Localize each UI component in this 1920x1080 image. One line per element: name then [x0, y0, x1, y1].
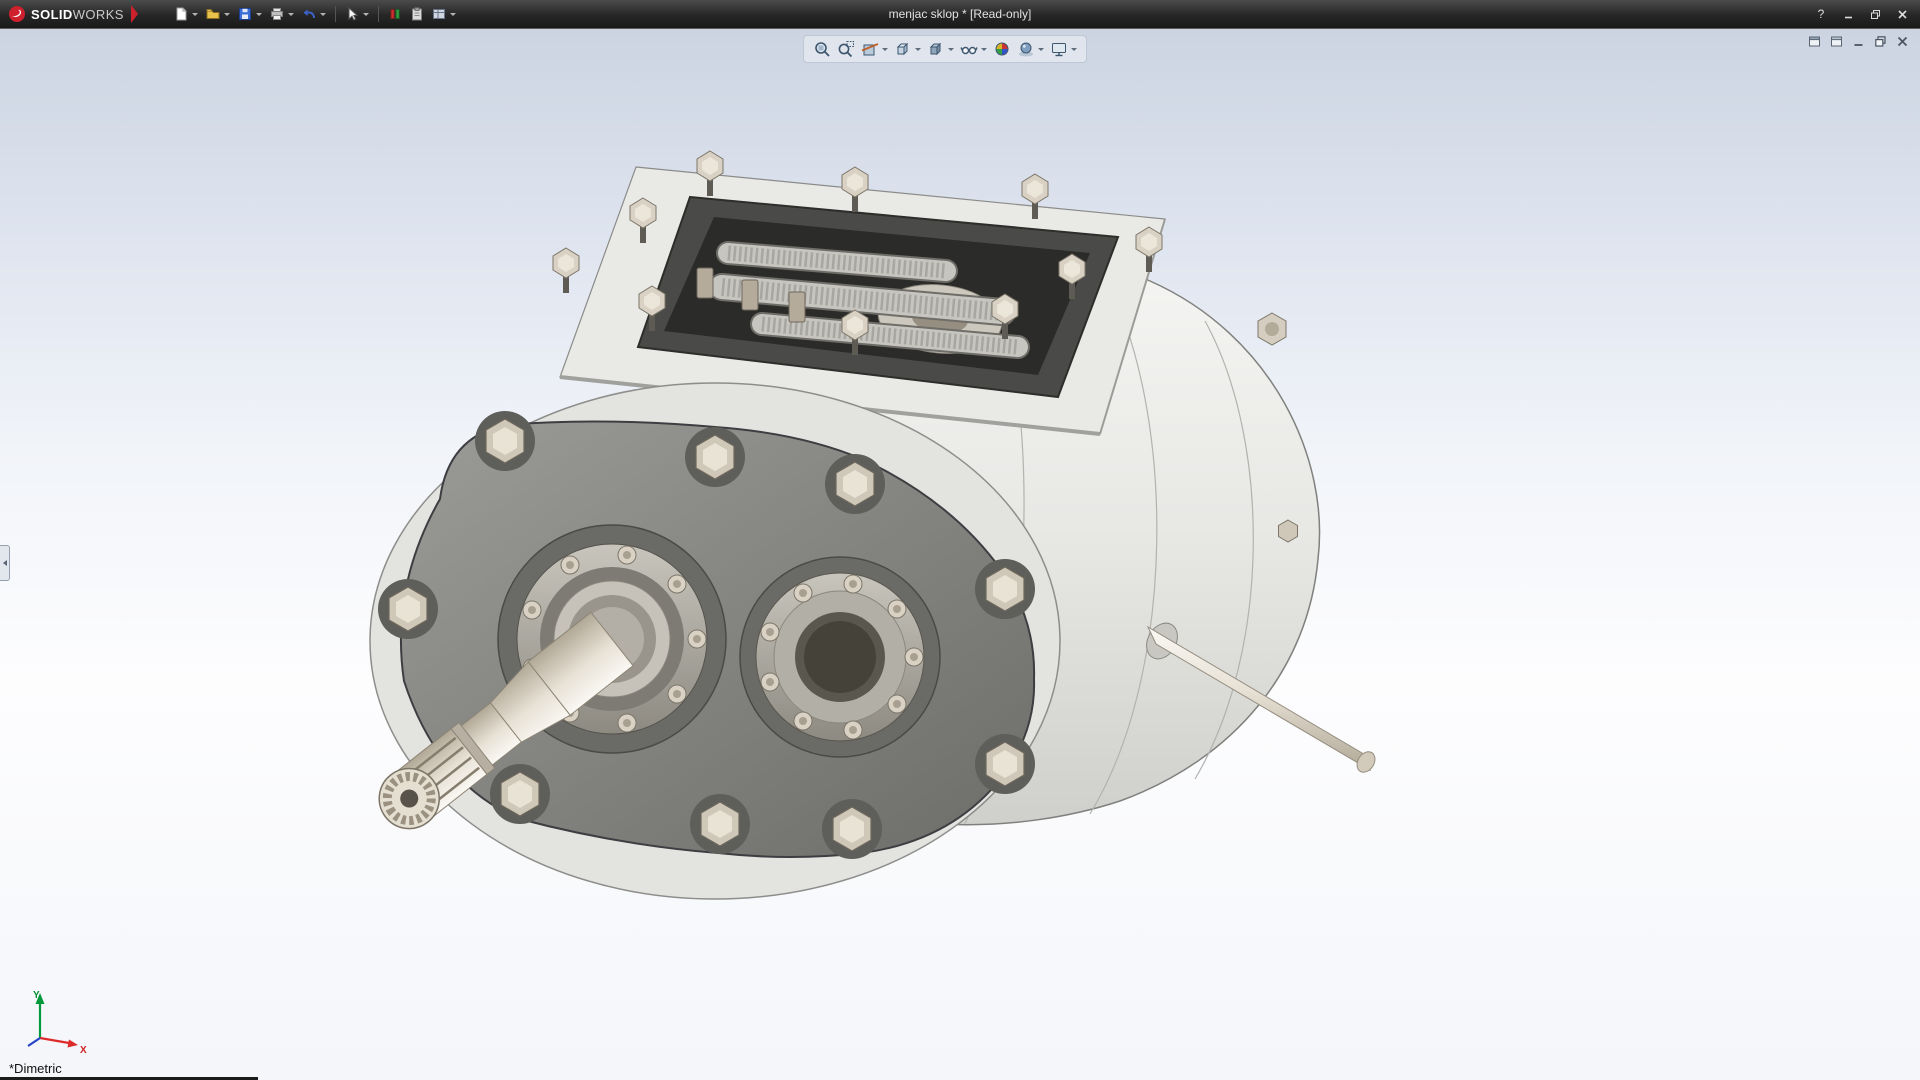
display-style-icon	[927, 40, 945, 58]
view-settings-icon	[1050, 40, 1068, 58]
solidworks-window: SOLIDWORKS	[0, 0, 1920, 1080]
open-document-button[interactable]	[202, 3, 224, 25]
dropdown-caret[interactable]	[948, 48, 954, 51]
zoom-to-fit-button[interactable]	[810, 37, 834, 61]
window-icon	[1808, 35, 1821, 48]
chevron-left-icon	[3, 560, 7, 566]
headsup-toolbar	[803, 35, 1087, 63]
hide-show-items-button[interactable]	[957, 37, 981, 61]
doc-window-icon-a[interactable]	[1807, 34, 1822, 49]
toolbar-separator	[335, 6, 336, 22]
color-bars-icon	[387, 6, 403, 22]
undo-button[interactable]	[298, 3, 320, 25]
view-cube-icon	[894, 40, 912, 58]
new-file-icon	[173, 6, 189, 22]
window-icon	[1830, 35, 1843, 48]
document-window-controls	[1807, 34, 1910, 49]
section-view-icon	[861, 40, 879, 58]
doc-window-icon-b[interactable]	[1829, 34, 1844, 49]
dropdown-caret[interactable]	[288, 13, 294, 16]
zoom-area-icon	[837, 40, 855, 58]
undo-icon	[301, 6, 317, 22]
taskpane-collapse-tab[interactable]	[0, 545, 10, 581]
dropdown-caret[interactable]	[882, 48, 888, 51]
print-button[interactable]	[266, 3, 288, 25]
minimize-icon	[1852, 35, 1865, 48]
open-folder-icon	[205, 6, 221, 22]
dropdown-caret[interactable]	[981, 48, 987, 51]
document-title: menjac sklop * [Read-only]	[889, 7, 1032, 21]
standard-toolbar	[170, 3, 460, 25]
close-icon	[1897, 9, 1908, 20]
select-button[interactable]	[341, 3, 363, 25]
display-colors-button[interactable]	[384, 3, 406, 25]
display-style-button[interactable]	[924, 37, 948, 61]
solidworks-brand: SOLIDWORKS	[0, 0, 144, 28]
close-button[interactable]	[1894, 6, 1910, 22]
dropdown-caret[interactable]	[224, 13, 230, 16]
clipboard-button[interactable]	[406, 3, 428, 25]
z-axis-line	[28, 1038, 40, 1046]
save-icon	[237, 6, 253, 22]
bearing-cover[interactable]	[740, 557, 940, 757]
options-button[interactable]	[428, 3, 450, 25]
restore-button[interactable]	[1867, 6, 1883, 22]
dropdown-caret[interactable]	[1071, 48, 1077, 51]
gearbox-3d-model[interactable]	[0, 29, 1920, 1080]
doc-minimize-button[interactable]	[1851, 34, 1866, 49]
scene-sphere-icon	[1017, 40, 1035, 58]
restore-icon	[1874, 35, 1887, 48]
view-settings-button[interactable]	[1047, 37, 1071, 61]
minimize-button[interactable]	[1840, 6, 1856, 22]
y-axis-label: Y	[33, 990, 40, 1001]
cursor-icon	[344, 6, 360, 22]
dropdown-caret[interactable]	[1038, 48, 1044, 51]
options-grid-icon	[431, 6, 447, 22]
restore-icon	[1870, 9, 1881, 20]
x-axis-label: X	[80, 1045, 87, 1054]
section-view-button[interactable]	[858, 37, 882, 61]
titlebar[interactable]: SOLIDWORKS	[0, 0, 1920, 28]
view-orientation-label: *Dimetric	[9, 1061, 62, 1076]
doc-restore-button[interactable]	[1873, 34, 1888, 49]
save-button[interactable]	[234, 3, 256, 25]
clipboard-icon	[409, 6, 425, 22]
appearance-sphere-icon	[993, 40, 1011, 58]
dropdown-caret[interactable]	[320, 13, 326, 16]
dropdown-caret[interactable]	[363, 13, 369, 16]
brand-accent-icon	[131, 5, 138, 23]
doc-close-button[interactable]	[1895, 34, 1910, 49]
zoom-fit-icon	[813, 40, 831, 58]
window-controls: ?	[1813, 6, 1920, 22]
brand-text: SOLIDWORKS	[31, 7, 124, 22]
printer-icon	[269, 6, 285, 22]
help-button[interactable]: ?	[1813, 6, 1829, 22]
dropdown-caret[interactable]	[256, 13, 262, 16]
minimize-icon	[1843, 9, 1854, 20]
toolbar-separator	[378, 6, 379, 22]
new-document-button[interactable]	[170, 3, 192, 25]
close-icon	[1896, 35, 1909, 48]
view-orientation-button[interactable]	[891, 37, 915, 61]
x-axis-arrow	[68, 1040, 79, 1048]
graphics-area[interactable]: Y X *Dimetric	[0, 28, 1920, 1080]
zoom-to-area-button[interactable]	[834, 37, 858, 61]
edit-appearance-button[interactable]	[990, 37, 1014, 61]
dropdown-caret[interactable]	[915, 48, 921, 51]
apply-scene-button[interactable]	[1014, 37, 1038, 61]
dropdown-caret[interactable]	[450, 13, 456, 16]
dropdown-caret[interactable]	[192, 13, 198, 16]
glasses-icon	[960, 40, 978, 58]
dassault-logo-icon	[8, 5, 26, 23]
orientation-triad: Y X	[14, 986, 94, 1054]
